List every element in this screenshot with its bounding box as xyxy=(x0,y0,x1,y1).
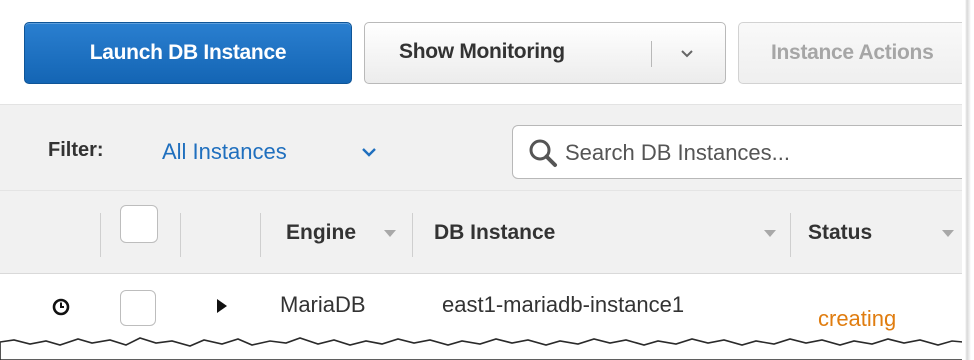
show-monitoring-button[interactable]: Show Monitoring xyxy=(364,22,726,84)
rds-console: Launch DB Instance Show Monitoring Insta… xyxy=(0,0,974,360)
table-row[interactable]: MariaDB east1-mariadb-instance1 creating xyxy=(0,274,964,342)
column-divider xyxy=(100,213,101,257)
search-input[interactable] xyxy=(565,136,965,170)
chevron-down-icon[interactable] xyxy=(667,45,707,65)
window-right-edge xyxy=(962,0,974,360)
filter-label: Filter: xyxy=(48,139,104,161)
button-divider xyxy=(651,41,652,67)
column-divider xyxy=(412,213,413,257)
search-box[interactable] xyxy=(512,125,974,179)
sort-caret-icon[interactable] xyxy=(764,230,776,238)
triangle-right-icon[interactable] xyxy=(216,298,228,314)
column-divider xyxy=(180,213,181,257)
sort-caret-icon[interactable] xyxy=(384,230,396,238)
column-divider xyxy=(790,213,791,257)
column-header-db-instance[interactable]: DB Instance xyxy=(434,221,555,245)
chevron-down-icon[interactable] xyxy=(360,145,378,159)
filter-bar: Filter: All Instances xyxy=(0,104,974,190)
torn-edge-decoration xyxy=(0,337,974,360)
toolbar: Launch DB Instance Show Monitoring Insta… xyxy=(0,0,974,96)
clock-icon xyxy=(52,298,70,316)
sort-caret-icon[interactable] xyxy=(942,230,954,238)
show-monitoring-label: Show Monitoring xyxy=(399,40,565,63)
launch-db-instance-button[interactable]: Launch DB Instance xyxy=(24,22,352,84)
launch-db-instance-label: Launch DB Instance xyxy=(89,41,287,64)
table-header: Engine DB Instance Status xyxy=(0,190,964,274)
search-icon xyxy=(529,139,557,167)
filter-dropdown[interactable]: All Instances xyxy=(162,139,287,165)
status-badge: creating xyxy=(818,306,897,331)
select-all-checkbox[interactable] xyxy=(120,205,158,243)
column-header-status[interactable]: Status xyxy=(808,221,872,245)
column-header-engine[interactable]: Engine xyxy=(286,221,356,245)
cell-engine: MariaDB xyxy=(280,292,366,317)
instance-actions-label: Instance Actions xyxy=(771,41,934,64)
row-checkbox[interactable] xyxy=(120,290,156,326)
cell-db-instance[interactable]: east1-mariadb-instance1 xyxy=(442,292,684,318)
instance-actions-button[interactable]: Instance Actions xyxy=(738,22,974,84)
column-divider xyxy=(260,213,261,257)
